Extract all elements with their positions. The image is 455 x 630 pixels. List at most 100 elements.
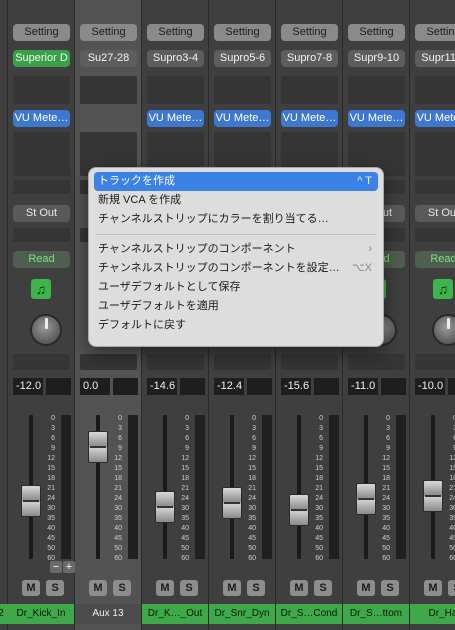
sends-slot[interactable] <box>13 132 70 176</box>
output-button[interactable]: St Out <box>415 205 455 222</box>
automation-button[interactable]: Read <box>415 251 455 268</box>
solo-button[interactable]: S <box>247 580 265 596</box>
setting-button[interactable]: Setting <box>147 24 204 41</box>
pan-knob[interactable] <box>30 314 62 346</box>
volume-readout[interactable]: -11.0 <box>348 378 378 395</box>
scale-tick: 9 <box>252 445 256 452</box>
track-name[interactable]: 2 <box>0 604 8 624</box>
track-name[interactable]: Dr_Snr_Dyn <box>209 604 275 624</box>
eq-slot[interactable] <box>281 76 338 104</box>
volume-fader[interactable] <box>289 494 309 527</box>
track-name[interactable]: Aux 13 <box>75 604 141 624</box>
track-name[interactable]: Dr_Ha <box>410 604 455 624</box>
plus-button[interactable]: + <box>63 561 75 573</box>
output-button[interactable]: St Out <box>13 205 70 222</box>
channel-strip[interactable]: SettingSupr11-1VU Mete…St OutRead♫-10.00… <box>410 0 455 630</box>
audio-fx-slot[interactable]: VU Mete… <box>348 110 405 127</box>
minus-button[interactable]: − <box>50 561 62 573</box>
volume-fader[interactable] <box>21 485 41 518</box>
solo-button[interactable]: S <box>113 580 131 596</box>
scale-tick: 12 <box>181 455 189 462</box>
eq-slot[interactable] <box>415 76 455 104</box>
volume-readout[interactable]: 0.0 <box>80 378 110 395</box>
scale-tick: 21 <box>114 485 122 492</box>
mute-button[interactable]: M <box>223 580 241 596</box>
solo-button[interactable]: S <box>381 580 399 596</box>
menu-item[interactable]: トラックを作成 ^ T <box>94 172 378 191</box>
input-slot[interactable]: Supro5-6 <box>214 50 271 67</box>
mute-button[interactable]: M <box>290 580 308 596</box>
volume-readout[interactable]: -10.0 <box>415 378 445 395</box>
solo-button[interactable]: S <box>46 580 64 596</box>
scale-tick: 45 <box>449 535 455 542</box>
menu-item[interactable]: デフォルトに戻す <box>94 316 378 335</box>
setting-button[interactable]: Setting <box>214 24 271 41</box>
audio-fx-slot[interactable]: VU Mete… <box>147 110 204 127</box>
volume-readout[interactable]: -15.6 <box>281 378 311 395</box>
menu-item[interactable]: チャンネルストリップのコンポーネントを設定… ⌥X <box>94 259 378 278</box>
track-name[interactable]: Dr_S…ttom <box>343 604 409 624</box>
scale-tick: 18 <box>315 475 323 482</box>
audio-fx-slot[interactable]: VU Mete… <box>13 110 70 127</box>
setting-button[interactable]: Setting <box>415 24 455 41</box>
input-slot[interactable]: Supro7-8 <box>281 50 338 67</box>
solo-button[interactable]: S <box>180 580 198 596</box>
audio-fx-slot[interactable]: VU Mete… <box>214 110 271 127</box>
group-slot[interactable] <box>415 228 455 242</box>
input-slot[interactable]: Superior D <box>13 50 70 67</box>
pan-knob[interactable] <box>432 314 455 346</box>
setting-button[interactable]: Setting <box>348 24 405 41</box>
volume-readout[interactable]: -12.4 <box>214 378 244 395</box>
menu-item-label: トラックを作成 <box>98 175 175 187</box>
volume-fader[interactable] <box>155 491 175 524</box>
sends-slot[interactable] <box>415 132 455 176</box>
mute-button[interactable]: M <box>424 580 442 596</box>
track-name[interactable]: Dr_S…Cond <box>276 604 342 624</box>
scale-tick: 6 <box>386 435 390 442</box>
mute-button[interactable]: M <box>89 580 107 596</box>
mute-button[interactable]: M <box>357 580 375 596</box>
eq-slot[interactable] <box>80 76 137 104</box>
eq-slot[interactable] <box>13 76 70 104</box>
setting-button[interactable]: Setting <box>80 24 137 41</box>
sends-area[interactable] <box>13 180 70 194</box>
solo-button[interactable]: S <box>448 580 455 596</box>
menu-item[interactable]: 新規 VCA を作成 <box>94 191 378 210</box>
track-name[interactable]: Dr_K…_Out <box>142 604 208 624</box>
setting-button[interactable]: Setting <box>281 24 338 41</box>
volume-fader[interactable] <box>88 430 108 463</box>
scale-tick: 35 <box>181 515 189 522</box>
input-slot[interactable]: Supr11-1 <box>415 50 455 67</box>
automation-button[interactable]: Read <box>13 251 70 268</box>
eq-slot[interactable] <box>147 76 204 104</box>
solo-button[interactable]: S <box>314 580 332 596</box>
volume-readout[interactable]: -14.6 <box>147 378 177 395</box>
audio-fx-slot[interactable]: VU Mete… <box>281 110 338 127</box>
input-slot[interactable]: Su27-28 <box>80 50 137 67</box>
group-slot[interactable] <box>13 228 70 242</box>
music-note-icon[interactable]: ♫ <box>433 279 453 299</box>
sends-area[interactable] <box>415 180 455 194</box>
eq-slot[interactable] <box>348 76 405 104</box>
volume-fader[interactable] <box>356 482 376 515</box>
volume-readout[interactable]: -12.0 <box>13 378 43 395</box>
setting-button[interactable]: Setting <box>13 24 70 41</box>
track-name[interactable]: Dr_Kick_In <box>8 604 74 624</box>
input-slot[interactable]: Supro3-4 <box>147 50 204 67</box>
eq-slot[interactable] <box>214 76 271 104</box>
audio-fx-slot[interactable]: VU Mete… <box>415 110 455 127</box>
music-note-icon[interactable]: ♫ <box>31 279 51 299</box>
menu-item[interactable]: ユーザデフォルトとして保存 <box>94 278 378 297</box>
mute-button[interactable]: M <box>22 580 40 596</box>
mute-button[interactable]: M <box>156 580 174 596</box>
channel-strip[interactable]: Setting Superior D VU Mete… St Out Read ♫ -12.… <box>8 0 75 630</box>
volume-fader[interactable] <box>222 486 242 519</box>
menu-item[interactable]: チャンネルストリップのコンポーネント › <box>94 240 378 259</box>
menu-item[interactable]: ユーザデフォルトを適用 <box>94 297 378 316</box>
input-slot[interactable]: Supr9-10 <box>348 50 405 67</box>
scale-tick: 12 <box>315 455 323 462</box>
volume-fader[interactable] <box>423 479 443 512</box>
level-meter <box>195 415 205 559</box>
menu-item[interactable]: チャンネルストリップにカラーを割り当てる… <box>94 210 378 229</box>
channel-strip[interactable]: 2 <box>0 0 8 630</box>
